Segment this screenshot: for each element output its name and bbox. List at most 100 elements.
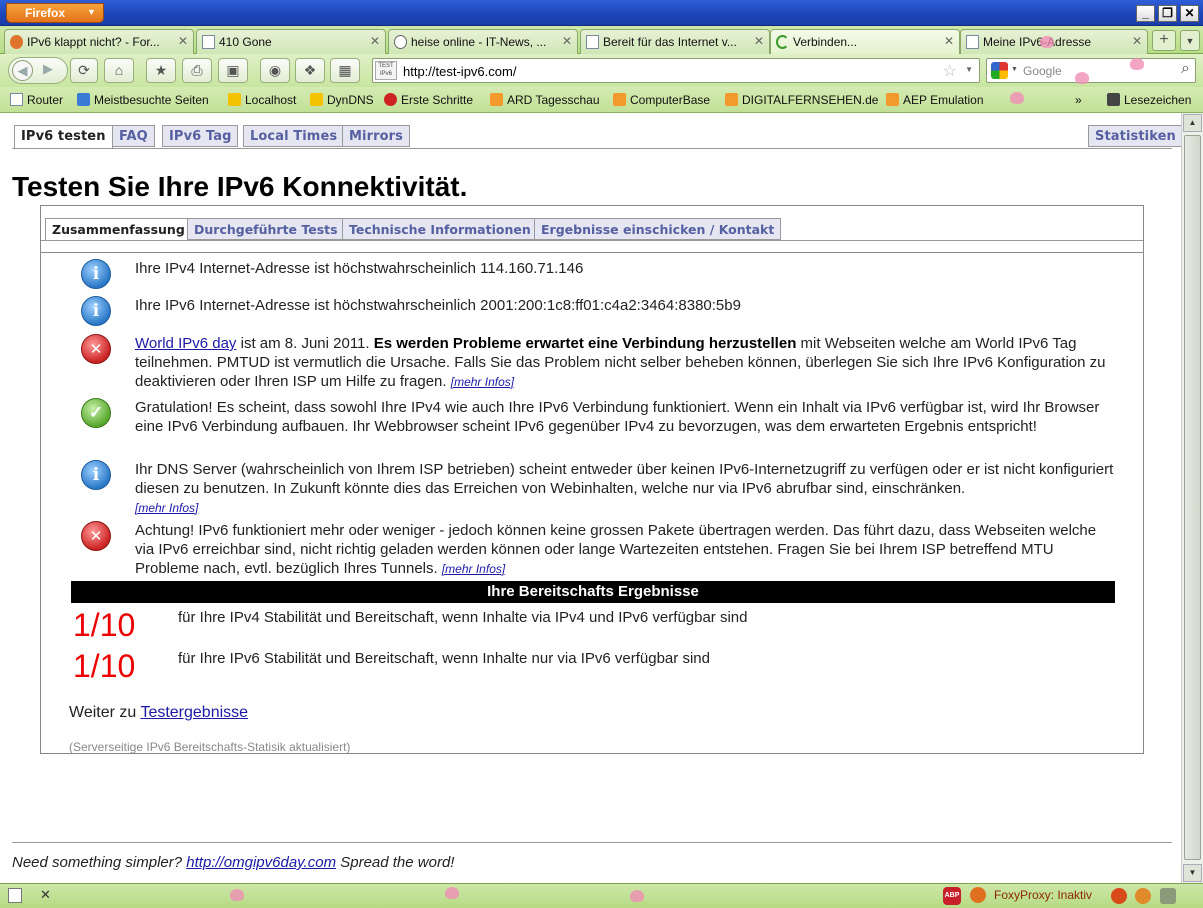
close-icon[interactable]: ✕ [40,887,51,903]
adblock-plus-icon[interactable]: ABP [943,887,961,905]
vertical-scrollbar[interactable]: ▲ ▼ [1181,113,1203,883]
url-bar[interactable]: TEST IPv6 http://test-ipv6.com/ ☆ ▼ [372,58,980,83]
close-tab-icon[interactable]: ✕ [178,34,188,48]
firefox-status-icon[interactable] [1135,888,1151,904]
pma-icon [228,93,241,106]
bookmarks-menu-button[interactable]: Lesezeichen [1107,93,1191,107]
bookmark-localhost[interactable]: Localhost [228,93,296,107]
search-bar[interactable]: ▼ Google ⌕ [986,58,1196,83]
reload-button[interactable]: ⟳ [70,58,98,83]
addon-button[interactable]: ◉ [260,58,290,83]
site-identity-icon[interactable]: TEST IPv6 [375,61,397,80]
scrollbar-thumb[interactable] [1184,135,1201,860]
world-ipv6-day-link[interactable]: World IPv6 day [135,335,236,352]
close-tab-icon[interactable]: ✕ [370,34,380,48]
bookmarks-overflow-button[interactable]: » [1075,93,1082,107]
google-icon[interactable] [991,62,1008,79]
home-button[interactable]: ⌂ [104,58,134,83]
tab-zusammenfassung[interactable]: Zusammenfassung [45,218,192,241]
footer-suffix: Spread the word! [336,854,455,871]
rss-icon [886,93,899,106]
more-info-link[interactable]: [mehr Infos] [442,562,505,576]
search-icon[interactable]: ⌕ [1181,60,1190,78]
tab-mirrors[interactable]: Mirrors [342,125,410,147]
tab-faq[interactable]: FAQ [112,125,155,147]
page-icon [966,35,979,49]
footer: Need something simpler? http://omgipv6da… [12,854,454,871]
divider [12,842,1172,843]
print-button[interactable]: ⎙ [182,58,212,83]
browser-tab[interactable]: heise online - IT-News, ... ✕ [388,29,578,54]
forward-button[interactable]: ▶ [43,61,53,77]
bookmark-router[interactable]: Router [10,93,63,107]
bookmark-digitalfernsehen[interactable]: DIGITALFERNSEHEN.de [725,93,878,107]
tab-technische-informationen[interactable]: Technische Informationen [342,218,538,240]
restore-button[interactable]: ❐ [1158,5,1177,22]
tab-ergebnisse-kontakt[interactable]: Ergebnisse einschicken / Kontakt [534,218,782,240]
search-input[interactable]: Google [1023,64,1062,78]
list-all-tabs-button[interactable]: ▼ [1180,30,1200,51]
chevron-down-icon[interactable]: ▼ [965,65,973,74]
bookmark-aep[interactable]: AEP Emulation [886,93,984,107]
new-tab-button[interactable]: + [1152,30,1176,51]
browser-tab[interactable]: 410 Gone ✕ [196,29,386,54]
bookmarks-button[interactable]: ★ [146,58,176,83]
world-ipv6-day-message: World IPv6 day ist am 8. Juni 2011. Es w… [135,334,1115,392]
info-icon: i [81,259,111,289]
firefox-menu-button[interactable]: Firefox ▼ [6,3,104,23]
bookmark-star-icon[interactable]: ☆ [943,61,957,81]
close-tab-icon[interactable]: ✕ [754,34,764,48]
info-icon: i [81,460,111,490]
test-results-link[interactable]: Testergebnisse [140,704,248,721]
chevron-down-icon[interactable]: ▼ [1011,66,1018,73]
foxyproxy-icon[interactable] [970,887,986,903]
close-window-button[interactable]: ✕ [1180,5,1199,22]
check-icon: ✓ [81,398,111,428]
back-button[interactable]: ◀ [12,60,33,81]
close-tab-icon[interactable]: ✕ [944,34,954,48]
bookmark-label: Router [27,93,64,107]
bookmark-label: DynDNS [327,93,374,107]
tab-statistiken[interactable]: Statistiken [1088,125,1181,147]
minimize-button[interactable]: _ [1136,5,1155,22]
tab-durchgefuehrte-tests[interactable]: Durchgeführte Tests [187,218,345,240]
tab-ipv6-tag[interactable]: IPv6 Tag [162,125,239,147]
browser-tab[interactable]: Meine IPv6-Adresse ✕ [960,29,1148,54]
browser-tab-active[interactable]: Verbinden... ✕ [770,29,960,54]
more-info-link[interactable]: [mehr Infos] [135,501,198,515]
scroll-up-button[interactable]: ▲ [1183,114,1202,132]
heart-decoration [445,887,459,899]
url-text[interactable]: http://test-ipv6.com/ [403,64,516,79]
close-tab-icon[interactable]: ✕ [1132,34,1142,48]
addon-status-icon[interactable] [1111,888,1127,904]
bookmark-most-visited[interactable]: Meistbesuchte Seiten [77,93,209,107]
bookmark-first-steps[interactable]: Erste Schritte [384,93,473,107]
close-tab-icon[interactable]: ✕ [562,34,572,48]
addon-button[interactable]: ❖ [295,58,325,83]
bookmark-dyndns[interactable]: DynDNS [310,93,374,107]
browser-tab[interactable]: IPv6 klappt nicht? - For... ✕ [4,29,194,54]
bookmark-computerbase[interactable]: ComputerBase [613,93,710,107]
page-icon [8,888,22,903]
scroll-down-button[interactable]: ▼ [1183,864,1202,882]
addon-status-icon[interactable] [1160,888,1176,904]
screenshot-button[interactable]: ▣ [218,58,248,83]
congratulation-message: Gratulation! Es scheint, dass sowohl Ihr… [135,399,1100,435]
ipv6-score-description: für Ihre IPv6 Stabilität und Bereitschaf… [178,650,710,667]
updated-note: (Serverseitige IPv6 Bereitschafts-Statis… [69,740,351,754]
tab-groups-button[interactable]: ▦ [330,58,360,83]
tab-label: 410 Gone [219,35,272,49]
tab-ipv6-testen[interactable]: IPv6 testen [14,125,113,149]
more-info-link[interactable]: [mehr Infos] [451,375,514,389]
heart-decoration [1130,58,1144,70]
browser-tab[interactable]: Bereit für das Internet v... ✕ [580,29,770,54]
firefox-menu-label: Firefox [25,6,66,20]
omgipv6day-link[interactable]: http://omgipv6day.com [186,854,336,871]
foxyproxy-status[interactable]: FoxyProxy: Inaktiv [994,888,1092,902]
bookmark-ard[interactable]: ARD Tagesschau [490,93,600,107]
bookmarks-menu-label: Lesezeichen [1124,93,1192,107]
rss-icon [725,93,738,106]
continue-line: Weiter zu Testergebnisse [69,704,248,722]
tab-local-times[interactable]: Local Times [243,125,345,147]
tab-label: heise online - IT-News, ... [411,35,547,49]
